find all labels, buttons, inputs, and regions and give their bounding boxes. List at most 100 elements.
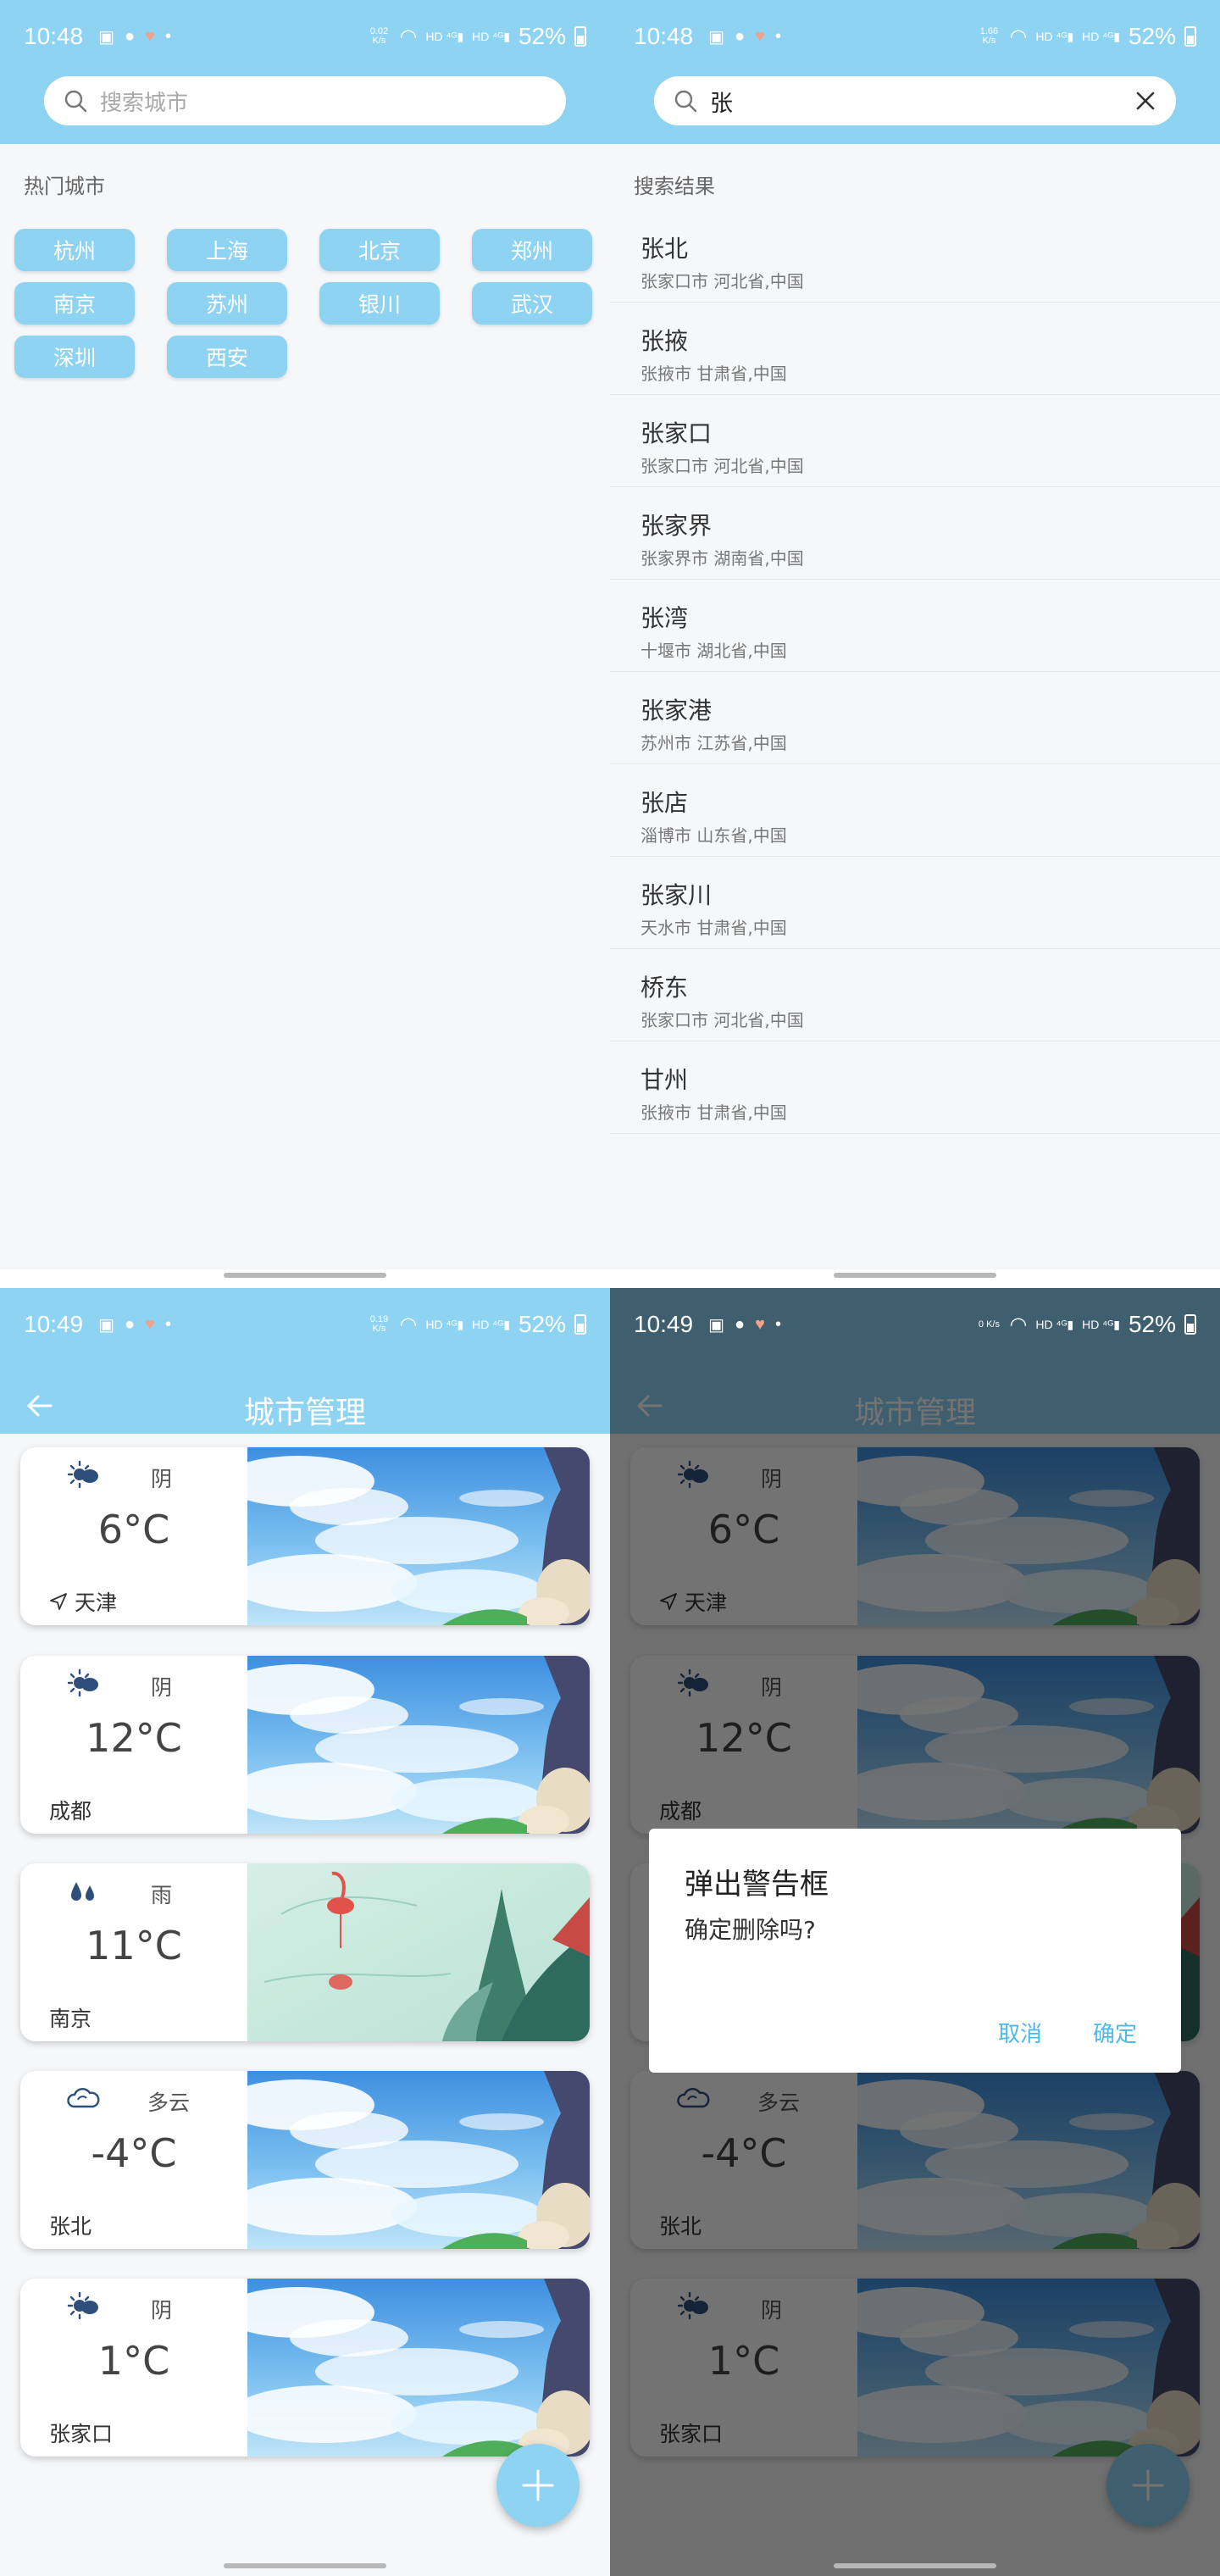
result-item[interactable]: 张掖张掖市 甘肃省,中国 — [610, 303, 1220, 395]
wifi-icon: ◠ — [399, 25, 418, 48]
status-time: 10:48 — [634, 23, 694, 49]
heart-icon: ♥ — [755, 1314, 765, 1334]
dot-icon: • — [774, 1314, 781, 1334]
overcast-icon — [66, 2290, 100, 2321]
search-query: 张 — [710, 90, 733, 117]
result-name: 张家港 — [640, 697, 713, 724]
home-indicator[interactable] — [834, 1273, 996, 1278]
result-name: 桥东 — [640, 974, 689, 1002]
home-indicator[interactable] — [224, 1273, 386, 1278]
result-item[interactable]: 张家川天水市 甘肃省,中国 — [610, 857, 1220, 949]
city-name: 南京 — [49, 2007, 92, 2031]
result-region: 张掖市 甘肃省,中国 — [640, 1102, 787, 1123]
result-region: 十堰市 湖北省,中国 — [640, 641, 787, 661]
sky-clouds-image — [247, 1656, 590, 1834]
search-input[interactable]: 张 — [654, 76, 1176, 125]
temperature: 12°C — [86, 1715, 182, 1761]
temperature: -4°C — [91, 2130, 177, 2176]
close-icon[interactable] — [1134, 89, 1157, 113]
cancel-button[interactable]: 取消 — [998, 2017, 1042, 2048]
signal-icon: HD ⁴ᴳ▮ — [472, 1317, 510, 1331]
confirm-button[interactable]: 确定 — [1093, 2017, 1137, 2048]
wifi-icon: ◠ — [1009, 25, 1028, 48]
result-name: 张家川 — [640, 881, 713, 909]
hot-city-chip[interactable]: 南京 — [14, 282, 135, 325]
signal-icon: HD ⁴ᴳ▮ — [1035, 1317, 1074, 1331]
add-city-button[interactable] — [496, 2444, 580, 2527]
signal-icon: HD ⁴ᴳ▮ — [1035, 29, 1074, 43]
city-name: 张家口 — [49, 2422, 114, 2446]
search-input[interactable]: 搜索城市 — [44, 76, 566, 125]
bulb-icon: ● — [734, 1314, 746, 1334]
cloudy-icon — [66, 2083, 100, 2113]
gallery-icon: ▣ — [98, 1315, 114, 1335]
weather-condition: 多云 — [147, 2090, 191, 2115]
status-time: 10:49 — [24, 1311, 84, 1337]
weather-card[interactable]: 阴 1°C 张家口 — [20, 2279, 590, 2457]
hot-city-chip[interactable]: 深圳 — [14, 336, 135, 378]
result-item[interactable]: 张家口张家口市 河北省,中国 — [610, 395, 1220, 487]
net-speed: 0 K/s — [978, 1319, 1000, 1330]
battery-percent: 52% — [518, 23, 566, 49]
result-item[interactable]: 张家港 苏州市 江苏省,中国 — [610, 672, 1220, 764]
hot-cities-label: 热门城市 — [24, 175, 105, 198]
hot-city-chip[interactable]: 银川 — [319, 282, 440, 325]
temperature: 11°C — [86, 1923, 182, 1968]
result-region: 张家口市 河北省,中国 — [640, 456, 804, 476]
hot-city-chip[interactable]: 郑州 — [472, 229, 592, 271]
home-indicator[interactable] — [224, 2563, 386, 2568]
bulb-icon: ● — [124, 1314, 136, 1334]
city-name: 张北 — [49, 2214, 92, 2239]
dialog-title: 弹出警告框 — [685, 1868, 829, 1901]
result-item[interactable]: 张家界 张家界市 湖南省,中国 — [610, 487, 1220, 580]
status-time: 10:48 — [24, 23, 84, 49]
dialog-message: 确定删除吗? — [685, 1916, 816, 1944]
wifi-icon: ◠ — [399, 1313, 418, 1336]
result-region: 张掖市 甘肃省,中国 — [640, 364, 787, 384]
bulb-icon: ● — [124, 26, 136, 46]
results-list: 张北 张家口市 河北省,中国 张掖张掖市 甘肃省,中国 张家口张家口市 河北省,中… — [610, 210, 1220, 1134]
net-speed: 1.66 K/s — [979, 26, 999, 46]
weather-card[interactable]: 多云 -4°C 张北 — [20, 2071, 590, 2249]
result-item[interactable]: 张店 淄博市 山东省,中国 — [610, 764, 1220, 857]
home-indicator[interactable] — [834, 2563, 996, 2568]
hot-city-chip[interactable]: 杭州 — [14, 229, 135, 271]
notification-icons: ▣ ● ♥ • — [98, 1314, 171, 1335]
hot-city-chip[interactable]: 上海 — [167, 229, 287, 271]
result-name: 张家口 — [640, 419, 713, 447]
battery-icon — [1184, 1314, 1196, 1335]
weather-card[interactable]: 阴 12°C 成都 — [20, 1656, 590, 1834]
weather-card[interactable]: 阴 6°C 天津 — [20, 1447, 590, 1625]
result-name: 张湾 — [640, 604, 689, 632]
status-bar: 10:48 ▣ ● ♥ • 0.02 K/s ◠ HD ⁴ᴳ▮ HD ⁴ᴳ▮ 5… — [0, 0, 610, 73]
hot-city-chip[interactable]: 北京 — [319, 229, 440, 271]
weather-condition: 阴 — [151, 1467, 173, 1491]
result-name: 张掖 — [640, 327, 689, 355]
result-item[interactable]: 张北 张家口市 河北省,中国 — [610, 210, 1220, 303]
result-region: 淄博市 山东省,中国 — [640, 825, 787, 846]
battery-percent: 52% — [1128, 1311, 1176, 1337]
net-speed: 0.02 K/s — [369, 26, 389, 46]
bulb-icon: ● — [734, 26, 746, 46]
plus-icon — [522, 2469, 554, 2501]
hot-city-chip[interactable]: 西安 — [167, 336, 287, 378]
notification-icons: ▣ ● ♥ • — [708, 26, 781, 47]
wifi-icon: ◠ — [1009, 1313, 1028, 1336]
dot-icon: • — [774, 26, 781, 46]
page-title: 城市管理 — [243, 1396, 366, 1430]
result-item[interactable]: 桥东 张家口市 河北省,中国 — [610, 949, 1220, 1041]
dot-icon: • — [164, 26, 171, 46]
hot-city-chip[interactable]: 武汉 — [472, 282, 592, 325]
battery-percent: 52% — [1128, 23, 1176, 49]
net-speed: 0.19 K/s — [369, 1314, 389, 1334]
status-bar: 10:49 ▣ ● ♥ • 0 K/s ◠ HD ⁴ᴳ▮ HD ⁴ᴳ▮ 52% — [610, 1288, 1220, 1361]
result-item[interactable]: 甘州 张掖市 甘肃省,中国 — [610, 1041, 1220, 1134]
hot-city-chip[interactable]: 苏州 — [167, 282, 287, 325]
weather-card[interactable]: 雨 11°C 南京 — [20, 1863, 590, 2041]
weather-condition: 阴 — [151, 2298, 173, 2323]
result-item[interactable]: 张湾十堰市 湖北省,中国 — [610, 580, 1220, 672]
result-region: 天水市 甘肃省,中国 — [640, 918, 787, 938]
temperature: 6°C — [97, 1507, 170, 1552]
result-name: 张家界 — [640, 512, 713, 540]
gallery-icon: ▣ — [98, 27, 114, 47]
